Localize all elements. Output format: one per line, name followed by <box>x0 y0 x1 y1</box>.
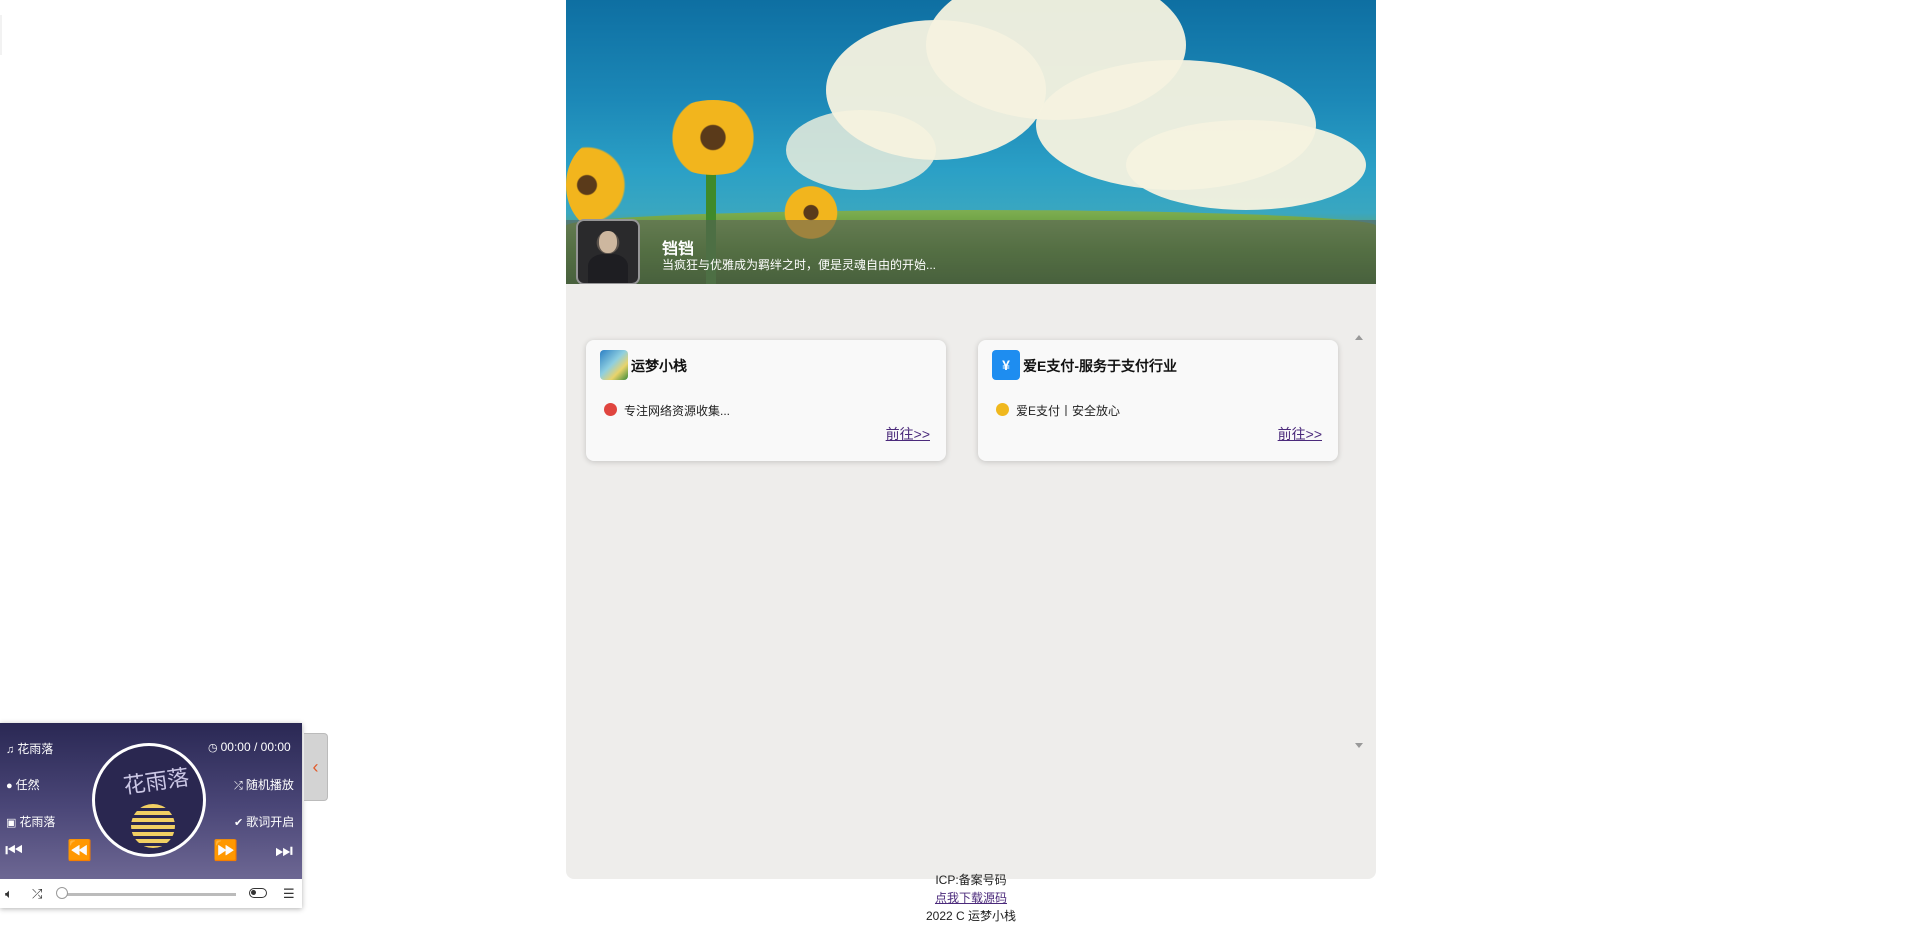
profile-bar: 铛铛 当疯狂与优雅成为羁绊之时，便是灵魂自由的开始... <box>566 219 1376 284</box>
player-controls-bar: 🔈︎ ⤮ ☰ <box>0 879 302 908</box>
card-title: 运梦小栈 <box>631 358 687 374</box>
go-link[interactable]: 前往>> <box>886 424 930 444</box>
user-icon: ● <box>6 780 13 792</box>
fire-badge-icon <box>604 403 617 416</box>
next-button[interactable]: ⏩ <box>213 841 238 861</box>
album-name: 花雨落 <box>19 815 56 829</box>
card-description: 专注网络资源收集... <box>624 404 731 418</box>
go-link[interactable]: 前往>> <box>1278 424 1322 444</box>
copyright-text: 2022 C 运梦小栈 <box>925 909 1017 923</box>
lyrics-label: 歌词开启 <box>246 815 295 829</box>
edge-marker <box>0 15 2 55</box>
song-title: 花雨落 <box>17 742 54 756</box>
lyrics-switch[interactable] <box>249 888 267 898</box>
progress-bar[interactable] <box>60 893 236 896</box>
player-collapse-button[interactable]: ‹ <box>304 733 328 801</box>
first-track-button[interactable]: ⏮ <box>5 841 23 861</box>
scrollbar[interactable] <box>1350 333 1368 753</box>
album-icon: ▣ <box>6 817 17 829</box>
playlist-icon[interactable]: ☰ <box>283 886 295 902</box>
chevron-left-icon: ‹ <box>312 757 319 777</box>
album-cover-disc[interactable]: 花雨落 <box>92 743 206 857</box>
play-time: 00:00 / 00:00 <box>220 740 291 754</box>
check-circle-icon: ✔ <box>234 817 244 829</box>
icp-text: ICP:备案号码 <box>935 873 1007 887</box>
banner-image: 铛铛 当疯狂与优雅成为羁绊之时，便是灵魂自由的开始... <box>566 0 1376 284</box>
avatar[interactable] <box>576 219 640 284</box>
card-description: 爱E支付丨安全放心 <box>1016 404 1121 418</box>
footer: ICP:备案号码 点我下载源码 2022 C 运梦小栈 <box>566 871 1376 925</box>
coin-badge-icon <box>996 403 1009 416</box>
play-mode-label: 随机播放 <box>245 778 294 792</box>
shuffle-button-icon[interactable]: ⤮ <box>32 886 42 902</box>
payment-logo-icon: ¥ <box>992 350 1020 380</box>
site-logo-icon <box>600 350 628 380</box>
main-panel: 铛铛 当疯狂与优雅成为羁绊之时，便是灵魂自由的开始... 运梦小栈 专注网络资源… <box>566 0 1376 879</box>
scroll-down-arrow-icon[interactable] <box>1355 743 1363 748</box>
volume-icon[interactable]: 🔈︎ <box>5 886 13 902</box>
previous-button[interactable]: ⏪ <box>67 841 92 861</box>
music-note-icon: ♫ <box>6 744 15 756</box>
scroll-up-arrow-icon[interactable] <box>1355 335 1363 340</box>
site-card: 运梦小栈 专注网络资源收集... 前往>> <box>586 340 946 461</box>
disc-text: 花雨落 <box>121 765 191 800</box>
music-player: ♫ 花雨落 ● 任然 ▣ 花雨落 ◷ 00:00 / 00:00 ⤮ 随机播放 ✔ 歌词开启… <box>0 723 302 908</box>
download-source-link[interactable]: 点我下载源码 <box>935 891 1007 905</box>
card-title: 爱E支付-服务于支付行业 <box>1023 358 1177 374</box>
player-info-panel: ♫ 花雨落 ● 任然 ▣ 花雨落 ◷ 00:00 / 00:00 ⤮ 随机播放 ✔ 歌词开启… <box>0 723 302 879</box>
progress-handle[interactable] <box>56 887 68 899</box>
clock-icon: ◷ <box>208 742 218 754</box>
site-card: ¥ 爱E支付-服务于支付行业 爱E支付丨安全放心 前往>> <box>978 340 1338 461</box>
artist-name: 任然 <box>15 778 40 792</box>
lyrics-toggle-button[interactable]: ✔ 歌词开启 <box>234 813 294 830</box>
profile-motto: 当疯狂与优雅成为羁绊之时，便是灵魂自由的开始... <box>662 258 937 272</box>
play-mode-button[interactable]: ⤮ 随机播放 <box>234 776 294 793</box>
last-track-button[interactable]: ⏭ <box>275 841 293 861</box>
shuffle-icon: ⤮ <box>234 780 243 792</box>
